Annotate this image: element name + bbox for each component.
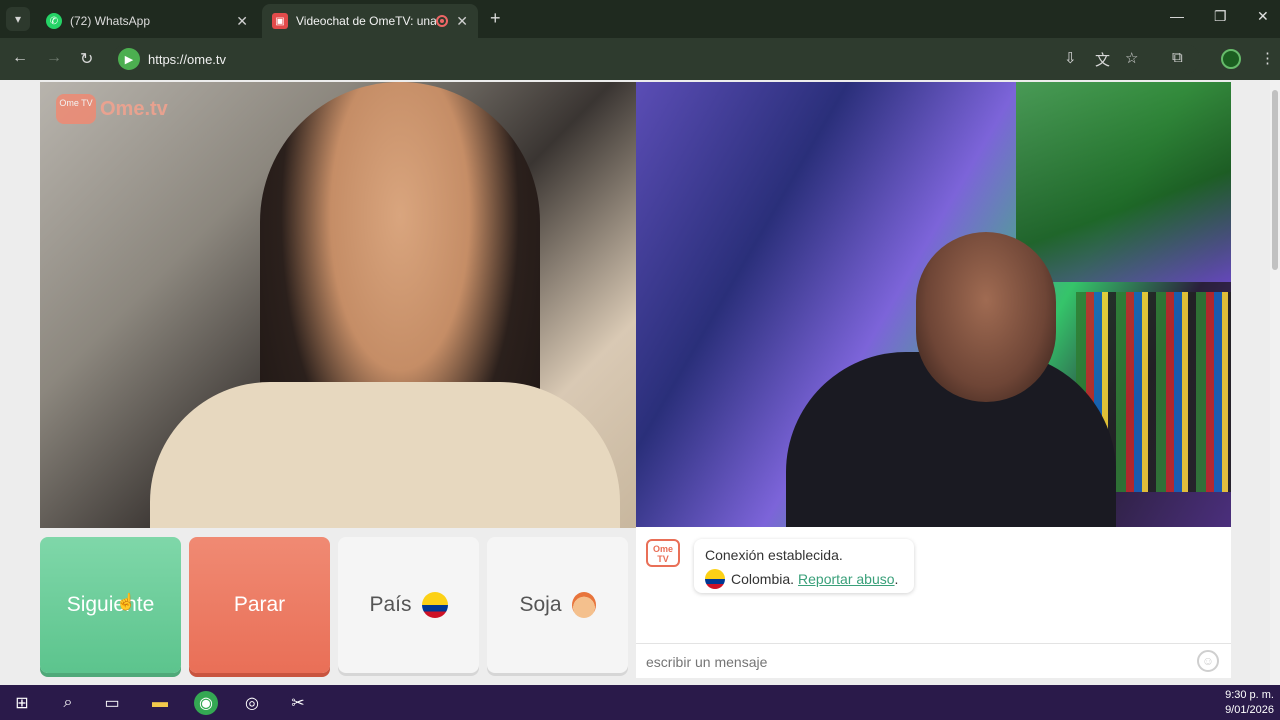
- ometv-icon: ▣: [272, 13, 288, 29]
- system-message: Conexión establecida. Colombia . Reporta…: [694, 539, 914, 593]
- clock-time: 9:30 p. m.: [1225, 689, 1274, 701]
- logo-text: Ome.tv: [100, 97, 168, 120]
- extensions-icon[interactable]: ⧉: [1172, 49, 1183, 66]
- minimize-icon[interactable]: —: [1170, 8, 1184, 24]
- reload-icon[interactable]: ↻: [80, 49, 93, 69]
- tab-whatsapp[interactable]: ✆ (72) WhatsApp ✕: [36, 4, 258, 38]
- connection-status: Conexión establecida.: [705, 547, 843, 563]
- search-icon[interactable]: ⌕: [56, 691, 80, 715]
- country-button[interactable]: País: [338, 537, 479, 673]
- recording-icon: [436, 15, 449, 27]
- whatsapp-icon: ✆: [46, 13, 62, 29]
- menu-icon[interactable]: ⋮: [1260, 49, 1275, 67]
- stop-label: Parar: [233, 593, 286, 616]
- camera-in-use-icon[interactable]: ▶: [118, 48, 140, 70]
- logo-tv-icon: Ome TV: [56, 94, 96, 124]
- stop-button[interactable]: Parar: [189, 537, 330, 673]
- profile-avatar[interactable]: [1221, 49, 1241, 69]
- hand-cursor-icon: ☝: [116, 594, 136, 611]
- boy-face-icon: [571, 592, 596, 618]
- gender-label: Soja: [519, 593, 562, 616]
- tab-ometv[interactable]: ▣ Videochat de OmeTV: una a ✕: [262, 4, 478, 38]
- ometv-avatar-icon: Ome TV: [646, 539, 680, 567]
- back-icon[interactable]: ←: [12, 49, 28, 67]
- install-app-icon[interactable]: ⇩: [1064, 49, 1077, 67]
- bookmark-star-icon[interactable]: ☆: [1125, 49, 1138, 67]
- next-label: Siguiente: [66, 593, 155, 616]
- translate-icon[interactable]: 文: [1095, 49, 1110, 70]
- tab-title: (72) WhatsApp: [70, 14, 151, 28]
- chrome-icon[interactable]: ◉: [194, 691, 218, 715]
- browser-toolbar: ← → ↻ ▶ https://ome.tv ⇩ 文 ☆ ⧉ ⋮: [0, 38, 1280, 80]
- colombia-flag-icon: [705, 569, 725, 589]
- chat-composer: ☺: [636, 643, 1231, 678]
- partner-video: Ome TV Ome.tv: [40, 82, 636, 528]
- clock-date: 9/01/2026: [1225, 704, 1274, 716]
- colombia-flag-icon: [421, 592, 448, 618]
- self-video: [636, 82, 1231, 528]
- tab-title: Videochat de OmeTV: una a: [296, 14, 437, 28]
- file-explorer-icon[interactable]: ▬: [148, 691, 172, 715]
- close-icon[interactable]: ✕: [236, 13, 248, 30]
- obs-icon[interactable]: ◎: [240, 691, 264, 715]
- page-scrollbar[interactable]: [1270, 80, 1280, 685]
- partner-country: Colombia: [731, 571, 791, 587]
- gender-button[interactable]: Soja: [487, 537, 628, 673]
- partner-shirt: [150, 382, 620, 528]
- ometv-logo: Ome TV Ome.tv: [56, 94, 168, 124]
- forward-icon[interactable]: →: [46, 49, 62, 67]
- system-clock[interactable]: 9:30 p. m. 9/01/2026: [1225, 688, 1274, 718]
- tab-strip: ▾ ✆ (72) WhatsApp ✕ ▣ Videochat de OmeTV…: [0, 0, 1280, 38]
- report-abuse-link[interactable]: Reportar abuso: [798, 571, 895, 587]
- windows-start-icon[interactable]: ⊞: [10, 691, 34, 715]
- maximize-icon[interactable]: ❐: [1214, 8, 1227, 25]
- close-window-icon[interactable]: ✕: [1257, 8, 1269, 25]
- windows-taskbar: ⊞ ⌕ ▭ ▬ ◉ ◎ ✂ 9:30 p. m. 9/01/2026: [0, 685, 1280, 720]
- page-content: Ome TV Ome.tv Siguiente Parar País Soja …: [0, 80, 1280, 685]
- task-view-icon[interactable]: ▭: [100, 691, 124, 715]
- capcut-icon[interactable]: ✂: [286, 691, 310, 715]
- report-period: .: [894, 571, 899, 587]
- new-tab-button[interactable]: +: [490, 8, 501, 29]
- separator: .: [790, 571, 795, 587]
- message-input[interactable]: [646, 652, 1186, 672]
- scroll-thumb[interactable]: [1272, 90, 1278, 270]
- url-text[interactable]: https://ome.tv: [148, 52, 226, 67]
- close-icon[interactable]: ✕: [456, 13, 468, 30]
- background-graffiti: [1016, 82, 1231, 282]
- tab-search-button[interactable]: ▾: [6, 7, 30, 31]
- self-person: [916, 232, 1056, 402]
- next-button[interactable]: Siguiente: [40, 537, 181, 673]
- address-bar[interactable]: ▶ https://ome.tv: [112, 44, 1200, 74]
- emoji-icon[interactable]: ☺: [1197, 650, 1219, 672]
- country-label: País: [369, 593, 412, 616]
